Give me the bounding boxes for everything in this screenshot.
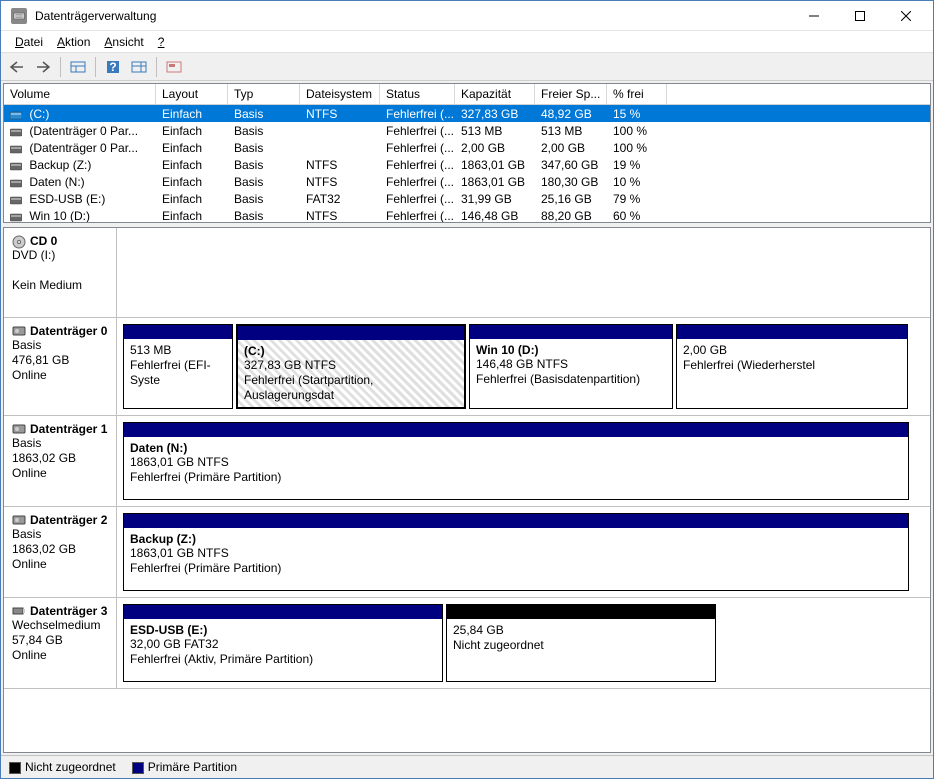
legend: Nicht zugeordnet Primäre Partition [1,755,933,778]
partition[interactable]: Backup (Z:)1863,01 GB NTFSFehlerfrei (Pr… [123,513,909,591]
menubar: Datei Aktion Ansicht ? [1,31,933,53]
volume-row[interactable]: (C:)EinfachBasisNTFSFehlerfrei (...327,8… [4,105,930,122]
disk-icon [12,423,26,435]
disk-label[interactable]: Datenträger 0Basis476,81 GBOnline [4,318,117,415]
partition-bar [447,605,715,619]
col-spacer [667,84,930,104]
volume-table: Volume Layout Typ Dateisystem Status Kap… [3,83,931,223]
partition-bar [124,605,442,619]
drive-icon [10,109,22,119]
col-status[interactable]: Status [380,84,455,104]
help-button[interactable]: ? [101,55,125,79]
app-icon [11,8,27,24]
legend-primary: Primäre Partition [132,760,237,774]
disk-partitions: Daten (N:)1863,01 GB NTFSFehlerfrei (Pri… [117,416,930,506]
col-percent[interactable]: % frei [607,84,667,104]
close-button[interactable] [883,1,929,31]
drive-icon [10,160,22,170]
volume-row[interactable]: Daten (N:)EinfachBasisNTFSFehlerfrei (..… [4,173,930,190]
disk-icon [12,514,26,526]
disk-row: Datenträger 1Basis1863,02 GBOnlineDaten … [4,416,930,507]
toolbar-btn-3[interactable] [162,55,186,79]
toolbar-btn-1[interactable] [66,55,90,79]
minimize-button[interactable] [791,1,837,31]
disk-row: CD 0DVD (I:) Kein Medium [4,228,930,318]
disk-row: Datenträger 3Wechselmedium57,84 GBOnline… [4,598,930,689]
disk-partitions: 513 MBFehlerfrei (EFI-Syste(C:)327,83 GB… [117,318,930,415]
forward-button[interactable] [31,55,55,79]
volume-header: Volume Layout Typ Dateisystem Status Kap… [4,84,930,105]
partition-bar [124,325,232,339]
disk-row: Datenträger 2Basis1863,02 GBOnlineBackup… [4,507,930,598]
partition-bar [677,325,907,339]
partition[interactable]: 2,00 GBFehlerfrei (Wiederherstel [676,324,908,409]
partition-bar [238,326,464,340]
partition[interactable]: 25,84 GBNicht zugeordnet [446,604,716,682]
partition-bar [124,514,908,528]
toolbar-separator [60,57,61,77]
col-capacity[interactable]: Kapazität [455,84,535,104]
drive-icon [10,126,22,136]
volume-row[interactable]: Backup (Z:)EinfachBasisNTFSFehlerfrei (.… [4,156,930,173]
disk-label[interactable]: Datenträger 2Basis1863,02 GBOnline [4,507,117,597]
menu-help[interactable]: ? [152,33,171,51]
partition-bar [470,325,672,339]
partition-bar [124,423,908,437]
menu-file[interactable]: Datei [9,33,49,51]
partition[interactable]: (C:)327,83 GB NTFSFehlerfrei (Startparti… [236,324,466,409]
disk-label[interactable]: Datenträger 3Wechselmedium57,84 GBOnline [4,598,117,688]
menu-action[interactable]: Aktion [51,33,96,51]
maximize-button[interactable] [837,1,883,31]
volume-row[interactable]: (Datenträger 0 Par...EinfachBasisFehlerf… [4,122,930,139]
partition[interactable]: ESD-USB (E:)32,00 GB FAT32Fehlerfrei (Ak… [123,604,443,682]
toolbar-separator [156,57,157,77]
col-volume[interactable]: Volume [4,84,156,104]
disk-partitions: Backup (Z:)1863,01 GB NTFSFehlerfrei (Pr… [117,507,930,597]
drive-icon [10,143,22,153]
menu-view[interactable]: Ansicht [98,33,149,51]
toolbar: ? [1,53,933,81]
disk-label[interactable]: Datenträger 1Basis1863,02 GBOnline [4,416,117,506]
toolbar-separator [95,57,96,77]
back-button[interactable] [5,55,29,79]
window-title: Datenträgerverwaltung [33,9,791,23]
disk-icon [12,605,26,617]
partition[interactable]: Win 10 (D:)146,48 GB NTFSFehlerfrei (Bas… [469,324,673,409]
titlebar: Datenträgerverwaltung [1,1,933,31]
volume-row[interactable]: ESD-USB (E:)EinfachBasisFAT32Fehlerfrei … [4,190,930,207]
disk-label[interactable]: CD 0DVD (I:) Kein Medium [4,228,117,317]
volume-row[interactable]: (Datenträger 0 Par...EinfachBasisFehlerf… [4,139,930,156]
disk-pane: CD 0DVD (I:) Kein MediumDatenträger 0Bas… [3,227,931,753]
col-filesystem[interactable]: Dateisystem [300,84,380,104]
drive-icon [10,194,22,204]
partition[interactable]: 513 MBFehlerfrei (EFI-Syste [123,324,233,409]
disk-icon [12,325,26,337]
svg-text:?: ? [109,60,116,74]
col-free[interactable]: Freier Sp... [535,84,607,104]
col-layout[interactable]: Layout [156,84,228,104]
partition[interactable]: Daten (N:)1863,01 GB NTFSFehlerfrei (Pri… [123,422,909,500]
toolbar-btn-2[interactable] [127,55,151,79]
col-type[interactable]: Typ [228,84,300,104]
volume-row[interactable]: Win 10 (D:)EinfachBasisNTFSFehlerfrei (.… [4,207,930,223]
disk-icon [12,235,26,247]
content: Volume Layout Typ Dateisystem Status Kap… [1,81,933,778]
disk-partitions [117,228,930,317]
disk-partitions: ESD-USB (E:)32,00 GB FAT32Fehlerfrei (Ak… [117,598,930,688]
drive-icon [10,211,22,221]
disk-row: Datenträger 0Basis476,81 GBOnline513 MBF… [4,318,930,416]
legend-unallocated: Nicht zugeordnet [9,760,116,774]
drive-icon [10,177,22,187]
